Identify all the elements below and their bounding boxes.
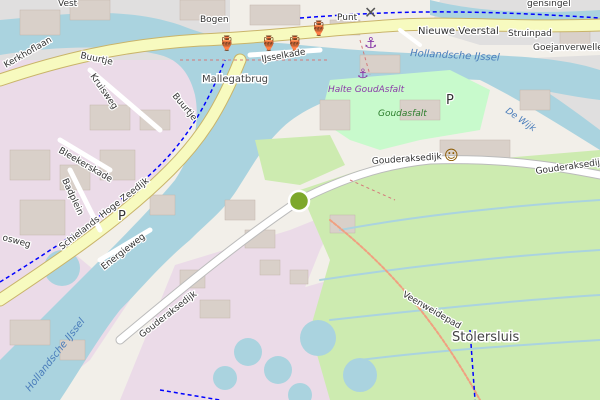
label-mallegatbrug: Mallegatbrug [202,74,268,85]
label-goudasfalt: Goudasfalt [378,109,427,119]
water-tank-5 [213,366,237,390]
svg-text:🏺: 🏺 [310,20,327,37]
label-goejanverwellesluis: Goejanverwellesluis [533,43,600,53]
label-bogen: Bogen [200,15,229,25]
svg-text:🏺: 🏺 [218,35,235,52]
water-tank-4 [343,358,377,392]
label-punt: Punt [337,13,358,23]
label-stolersluis: Stolersluis [452,330,519,345]
svg-text:⚓: ⚓ [364,34,377,52]
svg-text:⚓: ⚓ [357,67,369,82]
anchor-icon-2[interactable]: ⚓ [357,67,369,82]
parking-label-2: P [446,93,454,108]
water-tank-1 [300,320,336,356]
label-halte-goudasfalt: Halte GoudAsfalt [328,85,405,95]
label-gensingel: gensingel [527,0,571,9]
parking-label-1: P [118,209,126,224]
map-canvas[interactable]: ✕ ⚓ ⚓ 🏺 🏺 🏺 🏺 ☺ P P Vest Bogen Punt gens… [0,0,600,400]
svg-text:🏺: 🏺 [260,35,277,52]
windmill-icon[interactable]: ✕ [364,3,377,22]
theatre-icon[interactable]: ☺ [444,148,459,164]
svg-text:☺: ☺ [444,148,459,164]
anchor-icon[interactable]: ⚓ [364,34,377,52]
svg-text:✕: ✕ [364,3,377,22]
label-vest: Vest [58,0,78,9]
map-view[interactable]: ✕ ⚓ ⚓ 🏺 🏺 🏺 🏺 ☺ P P Vest Bogen Punt gens… [0,0,600,400]
label-struinpad: Struinpad [508,29,552,39]
water-tank-3 [264,356,292,384]
meadow-area [300,150,600,400]
marker-icon[interactable] [287,189,311,213]
label-nieuwe-veerstal: Nieuwe Veerstal [418,26,499,37]
water-tank-2 [234,338,262,366]
